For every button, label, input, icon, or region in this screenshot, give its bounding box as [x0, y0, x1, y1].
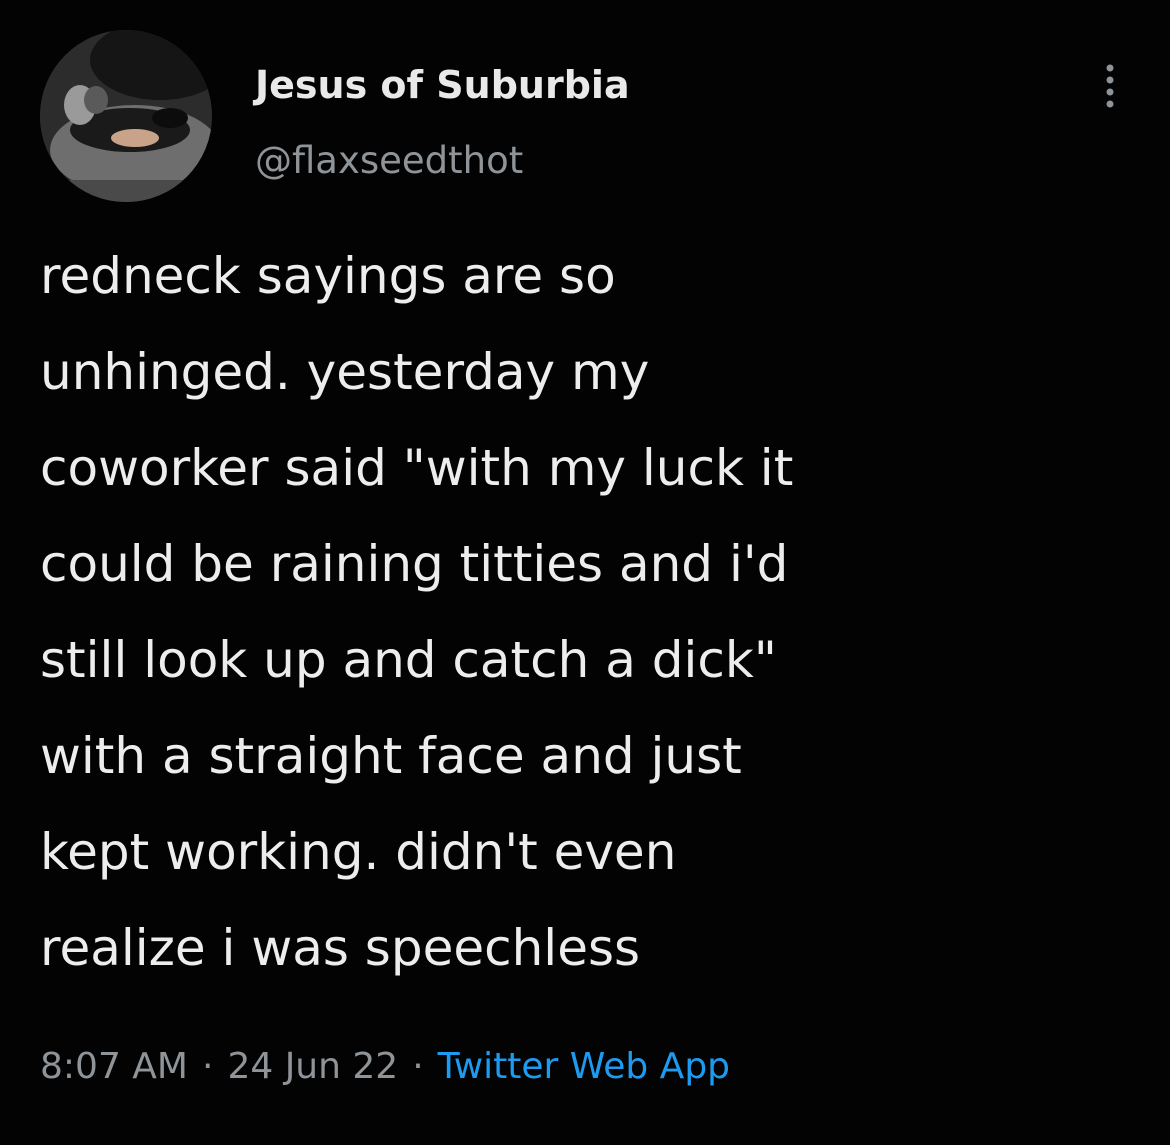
- separator: ·: [201, 1046, 214, 1087]
- author-display-name[interactable]: Jesus of Suburbia: [255, 60, 630, 110]
- author-handle[interactable]: @flaxseedthot: [255, 137, 523, 185]
- tweet-date[interactable]: 24 Jun 22: [227, 1046, 398, 1087]
- tweet-card: Jesus of Suburbia @flaxseedthot redneck …: [0, 0, 1170, 1145]
- more-options-icon[interactable]: [1097, 58, 1123, 114]
- tweet-time[interactable]: 8:07 AM: [40, 1046, 188, 1087]
- avatar-image: [40, 30, 212, 202]
- tweet-text: redneck sayings are so unhinged. yesterd…: [40, 247, 794, 977]
- separator: ·: [412, 1046, 424, 1087]
- avatar[interactable]: [40, 30, 212, 202]
- tweet-source-link[interactable]: Twitter Web App: [438, 1046, 730, 1087]
- tweet-metadata: 8:07 AM · 24 Jun 22 · Twitter Web App: [40, 1037, 730, 1097]
